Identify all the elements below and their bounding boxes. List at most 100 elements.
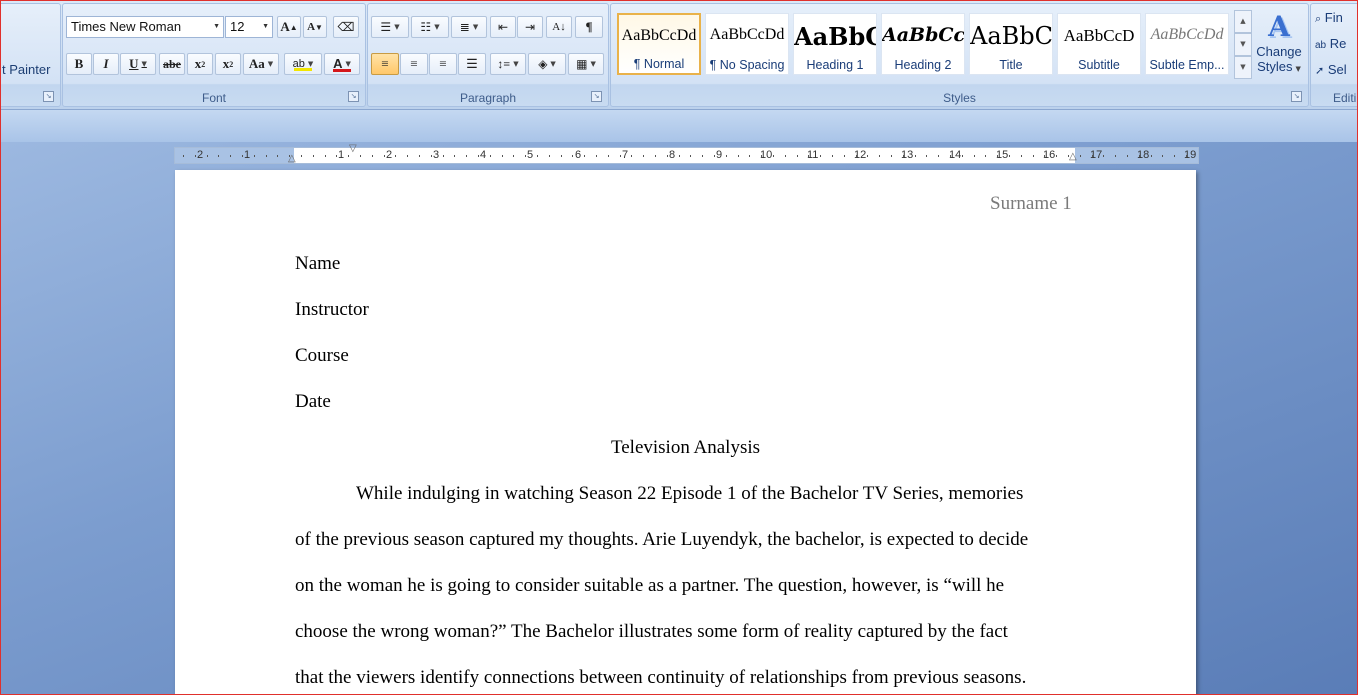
ruler-tick bbox=[549, 155, 550, 157]
student-name-line: Name bbox=[295, 253, 341, 274]
eraser-icon: ⌫ bbox=[337, 19, 355, 34]
ruler-number: 1 bbox=[338, 149, 345, 161]
shading-button[interactable]: ◈ ▼ bbox=[528, 53, 566, 75]
document-page[interactable]: Surname 1 Name Instructor Course Date Te… bbox=[175, 170, 1196, 694]
decrease-indent-button[interactable]: ⇤ bbox=[490, 16, 516, 38]
justify-button[interactable]: ☰ bbox=[458, 53, 486, 75]
ruler-tick bbox=[360, 155, 361, 157]
superscript-button[interactable]: x2 bbox=[215, 53, 241, 75]
cursor-icon: ➚ bbox=[1315, 65, 1325, 77]
clipboard-launcher-icon[interactable]: ↘ bbox=[43, 91, 54, 102]
format-painter-button[interactable]: t Painter bbox=[2, 62, 50, 77]
ruler-number: 3 bbox=[433, 149, 440, 161]
style-no-spacing[interactable]: AaBbCcDd ¶ No Spacing bbox=[705, 13, 789, 75]
ruler-tick bbox=[266, 155, 267, 157]
ruler-tick bbox=[242, 155, 243, 157]
ruler-tick bbox=[325, 155, 326, 157]
ribbon-bottom-band bbox=[1, 110, 1357, 142]
find-button[interactable]: ⌕ Fin bbox=[1315, 10, 1343, 26]
change-case-button[interactable]: Aa ▼ bbox=[243, 53, 279, 75]
grow-font-button[interactable]: A ▲ bbox=[277, 16, 301, 38]
paragraph-group: ☰ ▼ ☷ ▼ ≣ ▼ ⇤ ⇥ A↓ ¶ ≡ ≡ ≡ ☰ ↕≡ ▼ ◈ ▼ ▦ … bbox=[367, 3, 609, 107]
ruler-tick bbox=[313, 155, 314, 157]
ruler-tick bbox=[867, 155, 868, 157]
change-styles-icon: A bbox=[1268, 10, 1290, 43]
ruler-tick bbox=[1056, 155, 1057, 157]
sort-button[interactable]: A↓ bbox=[546, 16, 572, 38]
align-left-button[interactable]: ≡ bbox=[371, 53, 399, 75]
style-heading-2[interactable]: AaBbCc Heading 2 bbox=[881, 13, 965, 75]
numbering-button[interactable]: ☷ ▼ bbox=[411, 16, 449, 38]
gallery-scroll-up[interactable]: ▲ bbox=[1234, 10, 1252, 33]
ruler-tick bbox=[679, 155, 680, 157]
shrink-font-button[interactable]: A ▼ bbox=[303, 16, 327, 38]
line-spacing-button[interactable]: ↕≡ ▼ bbox=[490, 53, 526, 75]
ruler-tick bbox=[631, 155, 632, 157]
style-name: Heading 1 bbox=[806, 58, 864, 72]
borders-icon: ▦ bbox=[576, 56, 588, 71]
italic-button[interactable]: I bbox=[93, 53, 119, 75]
ruler-tick bbox=[690, 155, 691, 157]
bullets-button[interactable]: ☰ ▼ bbox=[371, 16, 409, 38]
ruler-tick bbox=[997, 155, 998, 157]
select-label: Sel bbox=[1327, 62, 1347, 77]
style-name: Heading 2 bbox=[894, 58, 952, 72]
right-indent-marker[interactable]: △ bbox=[1069, 151, 1077, 162]
first-line-indent-marker[interactable]: ▽ bbox=[349, 143, 357, 154]
ruler-tick bbox=[655, 155, 656, 157]
ruler-tick bbox=[572, 155, 573, 157]
ribbon: t Painter ↘ Times New Roman ▼ 12 ▼ A ▲ A ▼… bbox=[1, 1, 1357, 110]
style-normal[interactable]: AaBbCcDd ¶ Normal bbox=[617, 13, 701, 75]
style-title[interactable]: AaBbC Title bbox=[969, 13, 1053, 75]
ruler-tick bbox=[738, 155, 739, 157]
ruler-tick bbox=[478, 155, 479, 157]
align-center-icon: ≡ bbox=[410, 56, 418, 71]
font-family-select[interactable]: Times New Roman ▼ bbox=[66, 16, 224, 38]
select-button[interactable]: ➚ Sel bbox=[1315, 62, 1347, 77]
ruler-tick bbox=[915, 155, 916, 157]
style-heading-1[interactable]: AaBbC Heading 1 bbox=[793, 13, 877, 75]
show-hide-button[interactable]: ¶ bbox=[575, 16, 603, 38]
increase-indent-button[interactable]: ⇥ bbox=[517, 16, 543, 38]
font-launcher-icon[interactable]: ↘ bbox=[348, 91, 359, 102]
style-name: Subtitle bbox=[1078, 58, 1120, 72]
align-right-button[interactable]: ≡ bbox=[429, 53, 457, 75]
date-line: Date bbox=[295, 391, 331, 412]
ruler-tick bbox=[785, 155, 786, 157]
strikethrough-button[interactable]: abe bbox=[159, 53, 185, 75]
ruler-tick bbox=[643, 155, 644, 157]
ruler-tick bbox=[667, 155, 668, 157]
replace-button[interactable]: ab Re bbox=[1315, 36, 1346, 51]
style-subtle-emphasis[interactable]: AaBbCcDd Subtle Emp... bbox=[1145, 13, 1229, 75]
multilevel-list-button[interactable]: ≣ ▼ bbox=[451, 16, 487, 38]
ruler-tick bbox=[702, 155, 703, 157]
gallery-scroll-down[interactable]: ▼ bbox=[1234, 33, 1252, 56]
change-styles-button[interactable]: A Change Styles ▼ bbox=[1254, 10, 1304, 90]
ruler-number: 6 bbox=[575, 149, 582, 161]
style-subtitle[interactable]: AaBbCcD Subtitle bbox=[1057, 13, 1141, 75]
align-center-button[interactable]: ≡ bbox=[400, 53, 428, 75]
ruler-tick bbox=[1186, 155, 1187, 157]
subscript-button[interactable]: x2 bbox=[187, 53, 213, 75]
ruler-tick bbox=[443, 155, 444, 157]
ruler-tick bbox=[1092, 155, 1093, 157]
borders-button[interactable]: ▦ ▼ bbox=[568, 53, 604, 75]
ruler-tick bbox=[490, 155, 491, 157]
font-size-select[interactable]: 12 ▼ bbox=[225, 16, 273, 38]
ruler-tick bbox=[926, 155, 927, 157]
bold-button[interactable]: B bbox=[66, 53, 92, 75]
styles-launcher-icon[interactable]: ↘ bbox=[1291, 91, 1302, 102]
word-window: t Painter ↘ Times New Roman ▼ 12 ▼ A ▲ A ▼… bbox=[0, 0, 1358, 695]
underline-button[interactable]: U ▼ bbox=[120, 53, 156, 75]
horizontal-ruler[interactable]: 2 1 1 2 3 4 5 6 7 8 9 10 11 12 13 14 15 … bbox=[174, 143, 1199, 164]
paragraph-launcher-icon[interactable]: ↘ bbox=[591, 91, 602, 102]
font-color-swatch bbox=[333, 69, 351, 72]
clear-formatting-button[interactable]: ⌫ bbox=[333, 16, 359, 38]
binoculars-icon: ⌕ bbox=[1315, 13, 1322, 25]
gallery-more[interactable]: ▼ bbox=[1234, 56, 1252, 79]
ruler-tick bbox=[1139, 155, 1140, 157]
ruler-tick bbox=[773, 155, 774, 157]
font-color-button[interactable]: A ▼ bbox=[324, 53, 360, 75]
highlight-button[interactable]: ab ▼ bbox=[284, 53, 322, 75]
chevron-down-icon: ▼ bbox=[345, 59, 351, 68]
